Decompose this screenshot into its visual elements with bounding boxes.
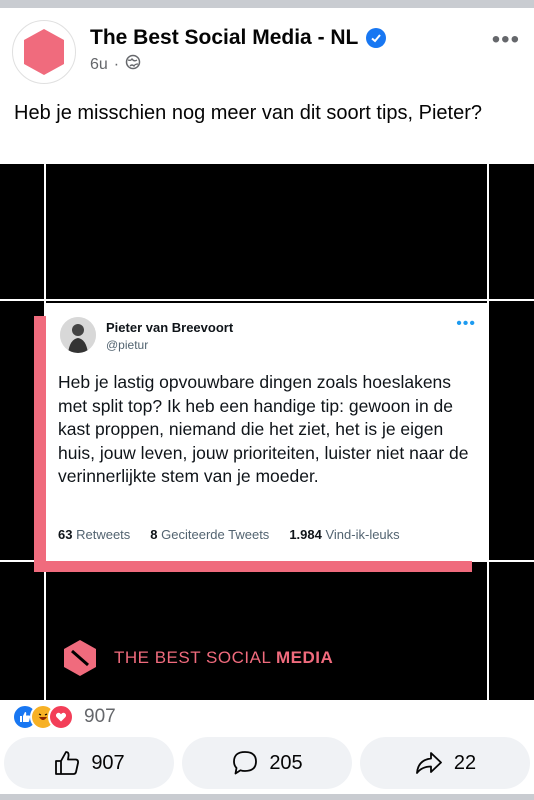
post-text: Heb je misschien nog meer van dit soort … — [14, 102, 482, 124]
like-button[interactable]: 907 — [4, 737, 174, 789]
globe-icon — [125, 54, 141, 75]
tweet-retweets: 63 Retweets — [58, 527, 131, 542]
page-name-text[interactable]: The Best Social Media - NL — [90, 26, 358, 50]
like-count: 907 — [91, 751, 125, 774]
more-options-icon[interactable]: ••• — [492, 28, 520, 52]
share-icon — [415, 752, 442, 774]
comment-icon — [233, 751, 258, 775]
reactions-summary[interactable]: 907 — [12, 704, 116, 730]
share-count: 22 — [453, 751, 477, 774]
tweet-author-handle: @pietur — [106, 338, 149, 352]
top-divider — [0, 0, 534, 8]
tweet-quotes: 8 Geciteerde Tweets — [150, 527, 270, 542]
post-meta: 6u · — [90, 54, 141, 75]
comment-button[interactable]: 205 — [182, 737, 352, 789]
reactions-count: 907 — [84, 706, 116, 727]
verified-badge-icon — [366, 28, 387, 48]
tweet-body: Heb je lastig opvouwbare dingen zoals ho… — [58, 372, 469, 486]
tweet-more-icon: ••• — [456, 315, 476, 332]
action-bar: 907 205 22 — [4, 737, 530, 789]
page-name[interactable]: The Best Social Media - NL — [90, 26, 387, 50]
meta-separator: · — [113, 55, 120, 73]
tweet-avatar — [60, 317, 96, 353]
grid-line — [0, 299, 534, 301]
post-image[interactable]: Pieter van Breevoort @pietur ••• Heb je … — [0, 164, 534, 700]
bottom-divider — [0, 794, 534, 800]
brand-name: THE BEST SOCIAL MEDIA — [114, 648, 334, 667]
post-time[interactable]: 6u — [90, 56, 108, 74]
person-icon — [60, 317, 96, 353]
comment-count: 205 — [269, 751, 303, 774]
tweet-card: Pieter van Breevoort @pietur ••• Heb je … — [46, 303, 488, 561]
tweet-author-name: Pieter van Breevoort — [106, 320, 234, 335]
brand-watermark: THE BEST SOCIAL MEDIA — [62, 639, 333, 677]
brand-logo-icon — [24, 29, 64, 75]
love-icon — [48, 704, 74, 730]
tweet-likes: 1.984 Vind-ik-leuks — [289, 527, 400, 542]
share-button[interactable]: 22 — [360, 737, 530, 789]
brand-logo-icon — [64, 640, 96, 676]
page-avatar[interactable] — [12, 20, 76, 84]
tweet-stats: 63 Retweets 8 Geciteerde Tweets 1.984 Vi… — [58, 527, 400, 542]
thumbs-up-icon — [55, 751, 80, 775]
